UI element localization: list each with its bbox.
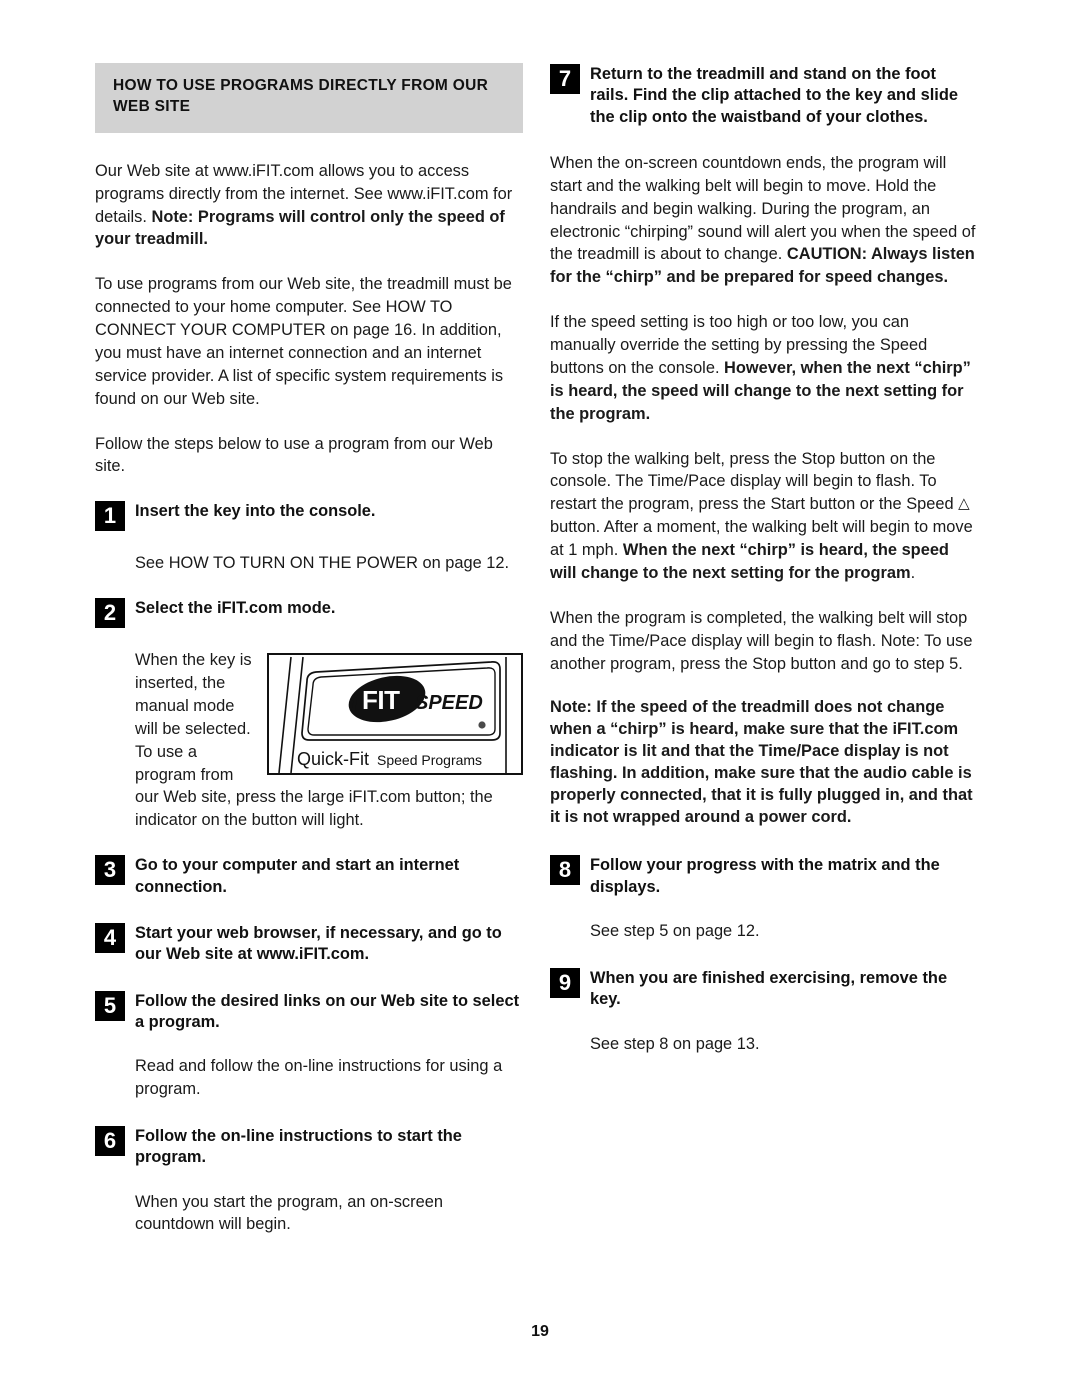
step-number-badge: 4 [95,922,125,953]
step-2-body: i FIT SPEED Quick-Fit Speed Programs Whe… [95,649,523,832]
step-title: Follow the on-line instructions to start… [135,1126,462,1167]
step-6-note: When you start the program, an on-screen… [135,1192,443,1234]
manual-page: HOW TO USE PROGRAMS DIRECTLY FROM OUR WE… [0,0,1080,1397]
override-paragraph: If the speed setting is too high or too … [550,311,978,425]
step-title: Insert the key into the console. [135,502,376,521]
svg-text:FIT: FIT [362,685,400,715]
ifit-console-figure-wrap: i FIT SPEED Quick-Fit Speed Programs [267,653,523,776]
step-1-note: See HOW TO TURN ON THE POWER on page 12. [135,554,510,573]
step-9-note: See step 8 on page 13. [590,1034,760,1053]
step-title: Follow the desired links on our Web site… [135,991,520,1031]
speed-up-triangle-icon: △ [958,495,970,513]
countdown-paragraph: When the on-screen countdown ends, the p… [550,152,978,289]
step-number-badge: 7 [550,64,580,94]
step-number-badge: 5 [95,990,125,1021]
svg-text:Quick-Fit: Quick-Fit [297,749,369,769]
step-4: 4 Start your web browser, if necessary, … [95,922,523,966]
step-title: Select the iFIT.com mode. [135,599,336,618]
step-8: 8 Follow your progress with the matrix a… [550,854,978,898]
intro-paragraph-2: To use programs from our Web site, the t… [95,275,512,408]
step-3: 3 Go to your computer and start an inter… [95,854,523,898]
step-5: 5 Follow the desired links on our Web si… [95,990,523,1034]
svg-text:i: i [351,690,358,717]
ifit-console-illustration: i FIT SPEED Quick-Fit Speed Programs [278,657,507,774]
step-1: 1 Insert the key into the console. [95,500,523,532]
intro-p1-bold: Note: Programs will control only the spe… [95,207,505,249]
svg-text:SPEED: SPEED [415,692,483,714]
step-title: Return to the treadmill and stand on the… [590,65,958,126]
stop-part-1: To stop the walking belt, press the Stop… [550,449,959,514]
step-8-note: See step 5 on page 12. [590,922,760,941]
step-title: When you are finished exercising, remove… [590,968,948,1009]
right-column: 7 Return to the treadmill and stand on t… [550,63,978,1077]
intro-paragraph-3: Follow the steps below to use a program … [95,434,493,476]
step-2: 2 Select the iFIT.com mode. [95,597,523,629]
stop-button-paragraph: To stop the walking belt, press the Stop… [550,448,978,585]
page-title: HOW TO USE PROGRAMS DIRECTLY FROM OUR WE… [113,77,489,115]
intro-paragraph-1: Our Web site at www.iFIT.com allows you … [95,160,523,252]
step-6: 6 Follow the on-line instructions to sta… [95,1125,523,1169]
troubleshooting-note: Note: If the speed of the treadmill does… [550,698,973,826]
step-number-badge: 2 [95,598,125,629]
step-title: Follow your progress with the matrix and… [590,856,940,896]
step-number-badge: 1 [95,501,125,532]
left-column: HOW TO USE PROGRAMS DIRECTLY FROM OUR WE… [95,63,523,1258]
step-number-badge: 3 [95,855,125,886]
step-title: Start your web browser, if necessary, an… [135,923,502,964]
program-completed-paragraph: When the program is completed, the walki… [550,608,973,673]
step-number-badge: 6 [95,1125,125,1156]
svg-text:Speed Programs: Speed Programs [377,752,482,768]
step-5-note: Read and follow the on-line instructions… [135,1057,503,1099]
step-number-badge: 9 [550,967,580,998]
page-number: 19 [531,1323,549,1340]
stop-end: . [910,563,916,582]
step-7: 7 Return to the treadmill and stand on t… [550,63,978,128]
step-title: Go to your computer and start an interne… [135,856,460,896]
step-number-badge: 8 [550,855,580,886]
section-header-band: HOW TO USE PROGRAMS DIRECTLY FROM OUR WE… [95,63,523,133]
ifit-console-figure: i FIT SPEED Quick-Fit Speed Programs [267,653,523,776]
step-9: 9 When you are finished exercising, remo… [550,967,978,1011]
